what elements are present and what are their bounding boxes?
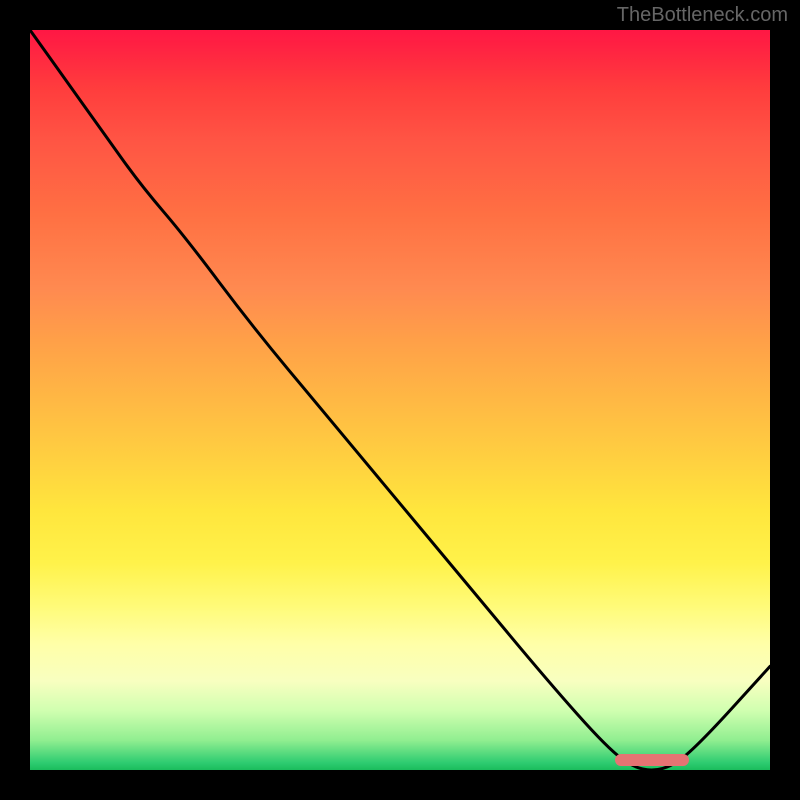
chart-curve bbox=[30, 30, 770, 770]
chart-optimal-marker bbox=[615, 754, 689, 766]
watermark-text: TheBottleneck.com bbox=[617, 4, 788, 27]
chart-plot-area bbox=[30, 30, 770, 770]
chart-line-svg bbox=[30, 30, 770, 770]
